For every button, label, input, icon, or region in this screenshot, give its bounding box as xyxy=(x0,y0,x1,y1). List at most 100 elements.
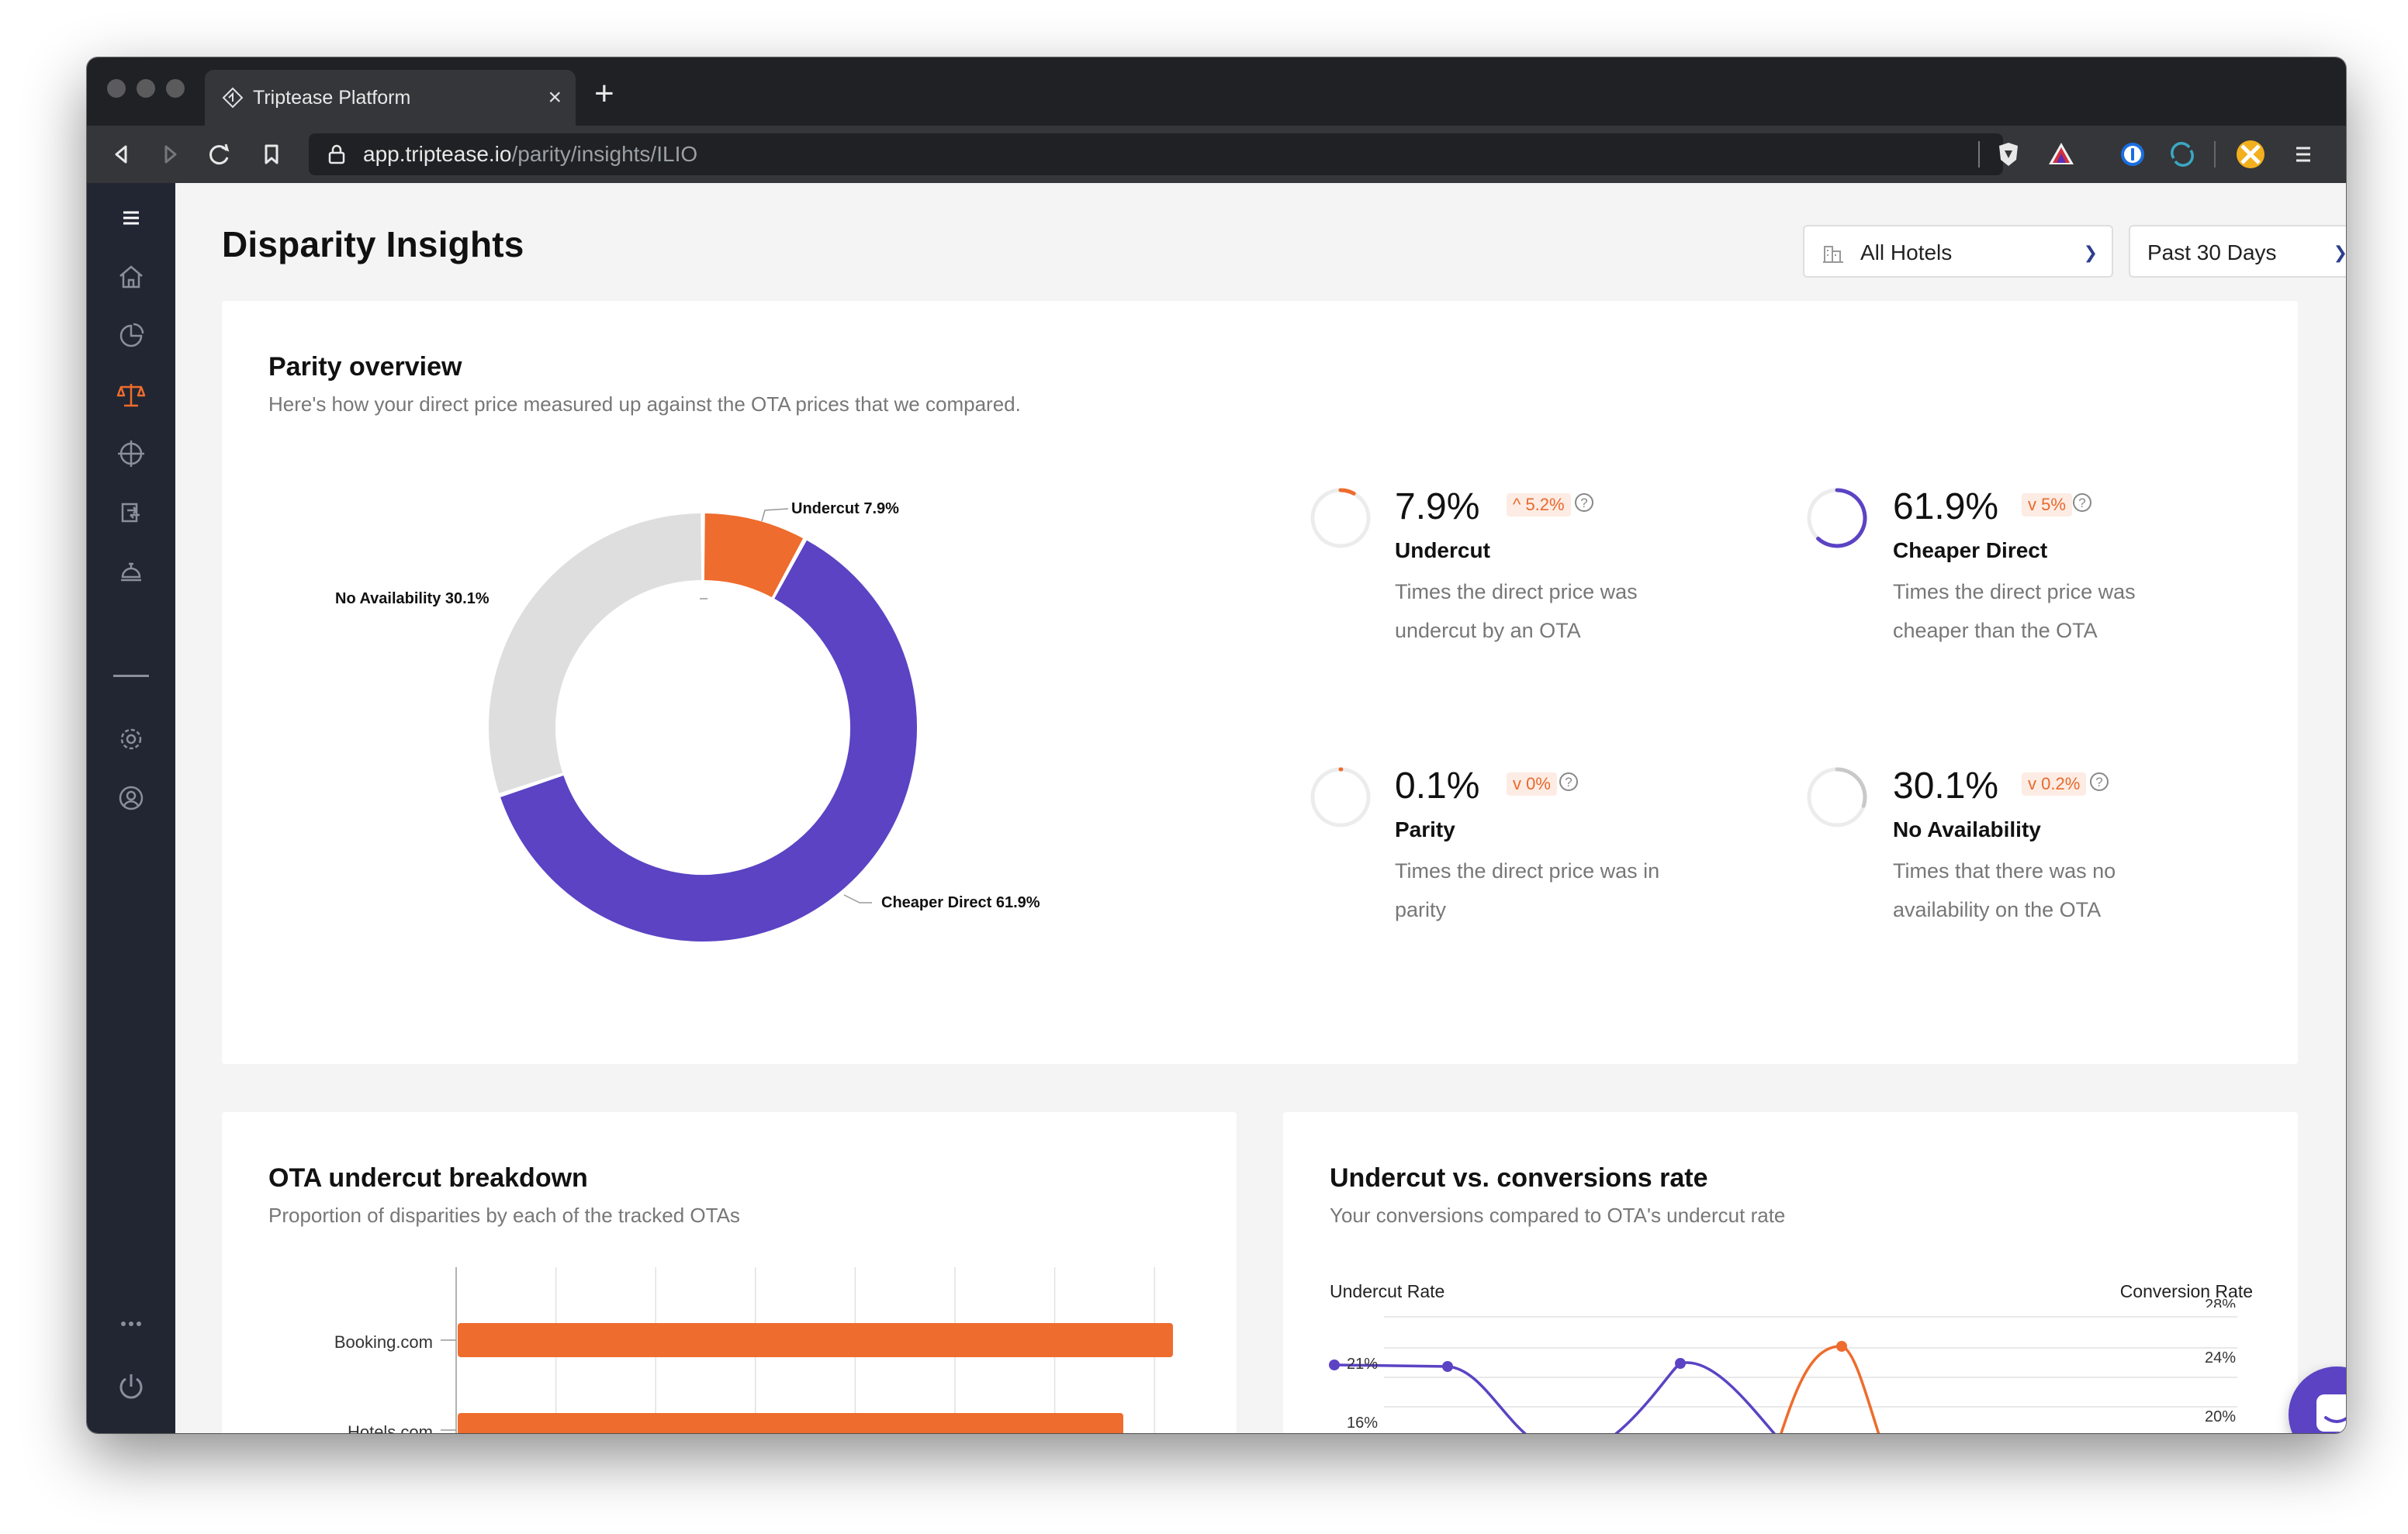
donut-label-cheaper-direct: Cheaper Direct 61.9% xyxy=(881,894,1040,911)
chevron-down-icon: ❯ xyxy=(2083,243,2098,262)
divider xyxy=(2214,141,2216,168)
ring-track xyxy=(1310,767,1371,827)
sidebar-divider xyxy=(113,675,149,677)
hotel-select[interactable]: All Hotels ❯ xyxy=(1803,225,2113,278)
change-value: 5.2% xyxy=(1525,495,1565,514)
donut-label-undercut: Undercut 7.9% xyxy=(791,500,899,517)
ring-progress xyxy=(1816,488,1867,548)
bar-label: Booking.com xyxy=(334,1332,433,1352)
sidebar-item-targeting[interactable] xyxy=(113,436,149,472)
sidebar-item-parity[interactable] xyxy=(113,377,149,413)
hotel-select-value: All Hotels xyxy=(1860,240,1953,264)
ota-breakdown-card: OTA undercut breakdown Proportion of dis… xyxy=(222,1112,1237,1433)
stat-description: Times the direct price was undercut by an… xyxy=(1395,572,1705,650)
period-select[interactable]: Past 30 Days ❯ xyxy=(2129,225,2346,278)
change-value: 5% xyxy=(2041,495,2066,514)
change-badge: v 0.2% xyxy=(2022,772,2087,796)
divider xyxy=(1978,141,1980,168)
change-value: 0.2% xyxy=(2041,774,2081,793)
sidebar-item-home[interactable] xyxy=(113,259,149,295)
ota-breakdown-subtitle: Proportion of disparities by each of the… xyxy=(268,1204,740,1227)
maximize-window-button[interactable] xyxy=(166,79,185,98)
logout-power-icon[interactable] xyxy=(113,1368,149,1404)
left-tick: 16% xyxy=(1347,1415,1379,1432)
page-title: Disparity Insights xyxy=(222,224,524,264)
main-content: Disparity Insights All Hotels ❯ Past 30 … xyxy=(175,183,2346,1433)
reload-icon[interactable] xyxy=(203,126,237,183)
stat-description: Times the direct price was in parity xyxy=(1395,852,1705,929)
stat-label: Parity xyxy=(1395,817,1455,841)
change-badge: v 5% xyxy=(2022,493,2072,517)
help-icon[interactable]: ? xyxy=(2090,772,2109,791)
back-icon[interactable] xyxy=(104,126,138,183)
stat-value: 0.1% xyxy=(1395,765,1480,807)
sidebar-item-analytics[interactable] xyxy=(113,318,149,354)
conversions-title: Undercut vs. conversions rate xyxy=(1330,1163,1708,1193)
sidebar-item-concierge[interactable] xyxy=(113,554,149,589)
help-icon[interactable]: ? xyxy=(1559,772,1578,791)
sync-extension-icon[interactable] xyxy=(2166,138,2199,171)
hamburger-menu-icon[interactable] xyxy=(113,200,149,236)
undercut-conversions-line-chart xyxy=(1329,1316,2237,1433)
desc-line: Times the direct price was in xyxy=(1395,859,1660,883)
new-tab-button[interactable]: + xyxy=(594,68,614,119)
url-text[interactable]: app.triptease.io/parity/insights/ILIO xyxy=(363,133,697,175)
stat-label: Undercut xyxy=(1395,538,1490,562)
parity-ring-icon xyxy=(1310,767,1371,827)
minimize-window-button[interactable] xyxy=(137,79,155,98)
url-domain: app.triptease.io xyxy=(363,142,512,166)
change-badge: v 0% xyxy=(1507,772,1557,796)
no-availability-ring-icon xyxy=(1807,767,1867,827)
bookmark-icon[interactable] xyxy=(254,126,289,183)
desc-line: Times the direct price was xyxy=(1893,580,2136,603)
brave-shield-icon[interactable] xyxy=(1992,138,2025,171)
desc-line: undercut by an OTA xyxy=(1395,619,1581,642)
stat-description: Times the direct price was cheaper than t… xyxy=(1893,572,2203,650)
period-select-value: Past 30 Days xyxy=(2147,240,2277,264)
change-value: 0% xyxy=(1526,774,1551,793)
ota-breakdown-title: OTA undercut breakdown xyxy=(268,1163,588,1193)
browser-toolbar: app.triptease.io/parity/insights/ILIO xyxy=(87,126,2346,184)
ring-track xyxy=(1310,488,1371,548)
more-options-icon[interactable] xyxy=(113,1306,149,1342)
desc-line: parity xyxy=(1395,898,1447,921)
change-badge: ^ 5.2% xyxy=(1507,493,1571,517)
password-manager-icon[interactable] xyxy=(2116,138,2149,171)
bar-booking-com[interactable] xyxy=(458,1323,1173,1357)
sidebar-item-account[interactable] xyxy=(113,780,149,816)
right-tick: 24% xyxy=(2205,1349,2237,1366)
app-sidebar xyxy=(87,183,175,1433)
desc-line: Times the direct price was xyxy=(1395,580,1638,603)
chevron-down-icon: ❯ xyxy=(2334,226,2346,279)
undercut-ring-icon xyxy=(1310,488,1371,548)
stat-value: 7.9% xyxy=(1395,486,1480,527)
right-tick: 20% xyxy=(2205,1408,2237,1425)
desc-line: cheaper than the OTA xyxy=(1893,619,2098,642)
forward-icon[interactable] xyxy=(154,126,188,183)
stat-label: No Availability xyxy=(1893,817,2041,841)
help-icon[interactable]: ? xyxy=(2073,493,2091,512)
desc-line: availability on the OTA xyxy=(1893,898,2102,921)
ring-progress xyxy=(1338,488,1356,496)
bar-hotels-com[interactable] xyxy=(458,1413,1123,1433)
sidebar-item-messages[interactable] xyxy=(113,495,149,530)
browser-tab[interactable]: Triptease Platform × xyxy=(205,70,576,126)
conversions-subtitle: Your conversions compared to OTA's under… xyxy=(1330,1204,1786,1227)
desc-line: Times that there was no xyxy=(1893,859,2116,883)
cheaper-direct-ring-icon xyxy=(1807,488,1867,548)
stat-value: 61.9% xyxy=(1893,486,1999,527)
close-window-button[interactable] xyxy=(107,79,126,98)
help-icon[interactable]: ? xyxy=(1575,493,1593,512)
address-bar[interactable]: app.triptease.io/parity/insights/ILIO xyxy=(309,133,2003,175)
close-tab-icon[interactable]: × xyxy=(548,70,562,126)
stat-label: Cheaper Direct xyxy=(1893,538,2048,562)
tab-title: Triptease Platform xyxy=(253,87,411,109)
donut-label-no-availability: No Availability 30.1% xyxy=(335,590,490,607)
browser-window: Triptease Platform × + app.triptease.io/… xyxy=(87,57,2346,1433)
browser-menu-icon[interactable] xyxy=(2287,138,2320,171)
brave-rewards-icon[interactable] xyxy=(2045,138,2078,171)
sidebar-item-settings[interactable] xyxy=(113,721,149,757)
profile-avatar-icon[interactable] xyxy=(2234,138,2267,171)
left-tick: 21% xyxy=(1347,1356,1379,1373)
conversions-card: Undercut vs. conversions rate Your conve… xyxy=(1283,1112,2298,1433)
